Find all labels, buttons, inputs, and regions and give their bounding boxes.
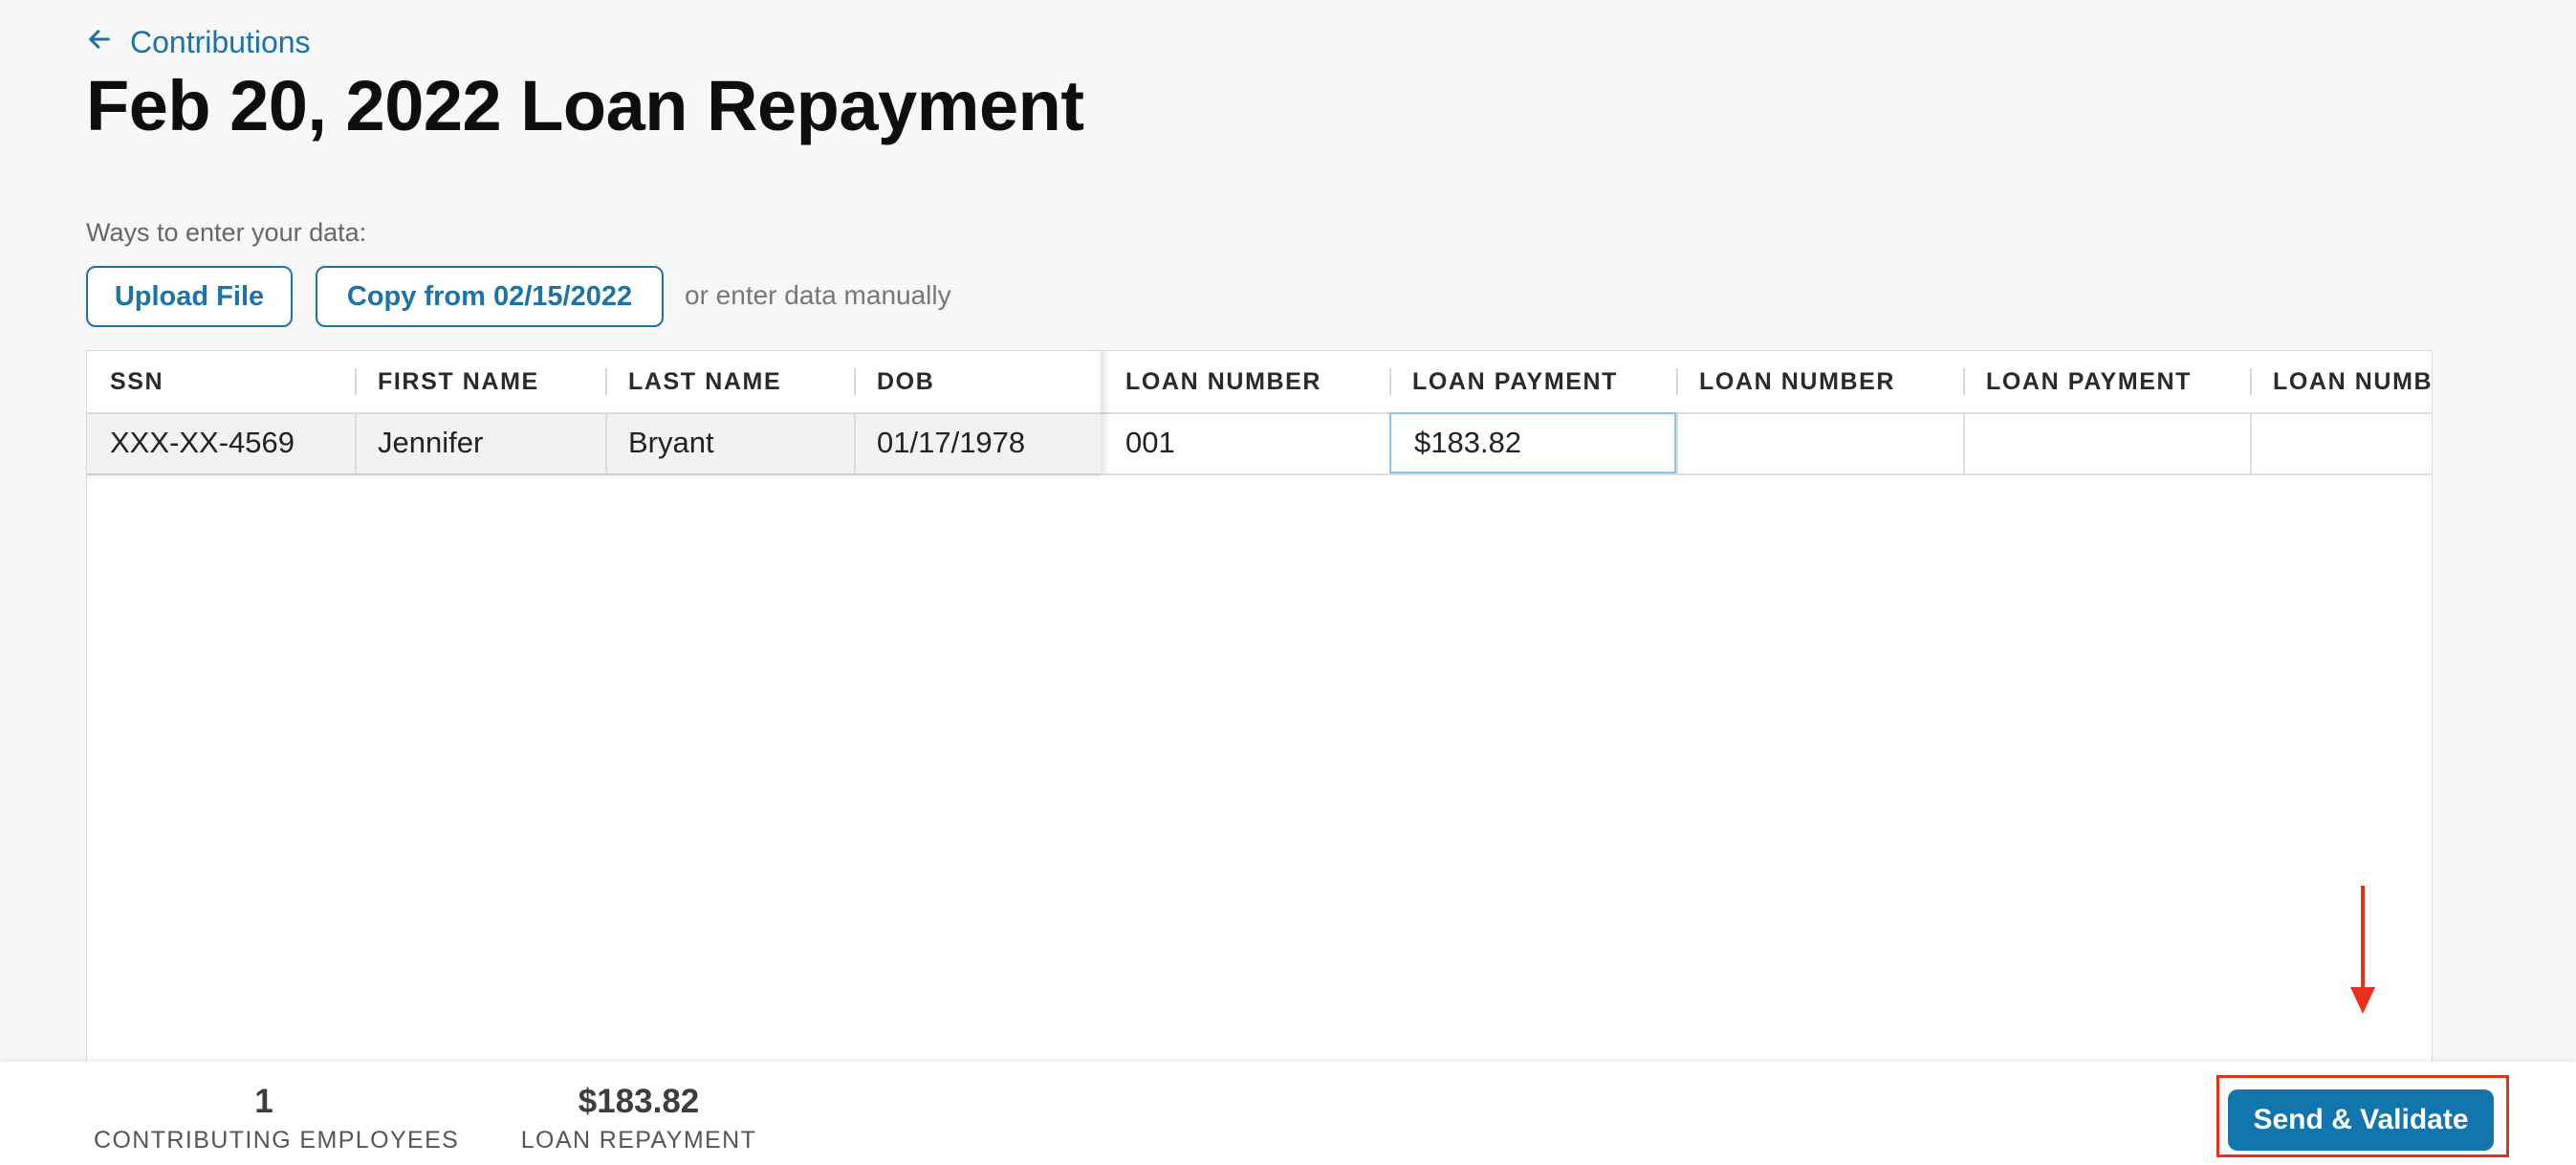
frozen-columns-shadow: [87, 473, 1101, 479]
cell-loan-number-2[interactable]: [1676, 412, 1963, 473]
arrow-left-icon: [86, 25, 113, 60]
cell-loan-number-3[interactable]: [2250, 412, 2432, 473]
column-header-loan-payment-1[interactable]: LOAN PAYMENT: [1389, 351, 1676, 412]
contributing-employees-label: CONTRIBUTING EMPLOYEES: [94, 1127, 460, 1154]
contributing-employees-stat: 1 CONTRIBUTING EMPLOYEES: [94, 1083, 460, 1154]
column-header-loan-number-3[interactable]: LOAN NUMBER: [2250, 351, 2432, 412]
cell-loan-number-1[interactable]: 001: [1102, 412, 1389, 473]
manual-entry-hint: or enter data manually: [685, 280, 951, 310]
cell-first-name[interactable]: Jennifer: [355, 412, 605, 473]
entry-options-label: Ways to enter your data:: [86, 218, 367, 247]
annotation-arrow-down-icon: [2350, 886, 2375, 1014]
breadcrumb-back-link[interactable]: Contributions: [86, 21, 311, 63]
column-header-loan-number-1[interactable]: LOAN NUMBER: [1102, 351, 1389, 412]
loan-repayment-stat: $183.82 LOAN REPAYMENT: [516, 1083, 761, 1154]
breadcrumb-label: Contributions: [130, 24, 311, 59]
column-header-loan-payment-2[interactable]: LOAN PAYMENT: [1963, 351, 2250, 412]
page-title: Feb 20, 2022 Loan Repayment: [86, 66, 1084, 145]
loan-repayment-label: LOAN REPAYMENT: [520, 1127, 757, 1154]
cell-loan-payment-2[interactable]: [1963, 412, 2250, 473]
upload-file-button[interactable]: Upload File: [86, 266, 293, 327]
column-header-last-name[interactable]: LAST NAME: [605, 351, 854, 412]
frozen-columns-shadow: [1101, 351, 1110, 473]
loan-repayment-value: $183.82: [578, 1083, 700, 1120]
column-header-ssn[interactable]: SSN: [87, 351, 355, 412]
column-header-dob[interactable]: DOB: [854, 351, 1101, 412]
summary-footer: 1 CONTRIBUTING EMPLOYEES $183.82 LOAN RE…: [0, 1062, 2576, 1165]
cell-dob[interactable]: 01/17/1978: [854, 412, 1101, 473]
column-header-first-name[interactable]: FIRST NAME: [355, 351, 605, 412]
cell-loan-payment-1-editing[interactable]: $183.82: [1389, 412, 1676, 473]
cell-ssn[interactable]: XXX-XX-4569: [87, 412, 355, 473]
column-header-loan-number-2[interactable]: LOAN NUMBER: [1676, 351, 1963, 412]
copy-from-previous-button[interactable]: Copy from 02/15/2022: [316, 266, 664, 327]
send-and-validate-button[interactable]: Send & Validate: [2228, 1089, 2494, 1151]
contribution-data-grid: SSN FIRST NAME LAST NAME DOB LOAN NUMBER…: [86, 350, 2433, 1069]
contributing-employees-value: 1: [254, 1083, 273, 1120]
cell-last-name[interactable]: Bryant: [605, 412, 854, 473]
